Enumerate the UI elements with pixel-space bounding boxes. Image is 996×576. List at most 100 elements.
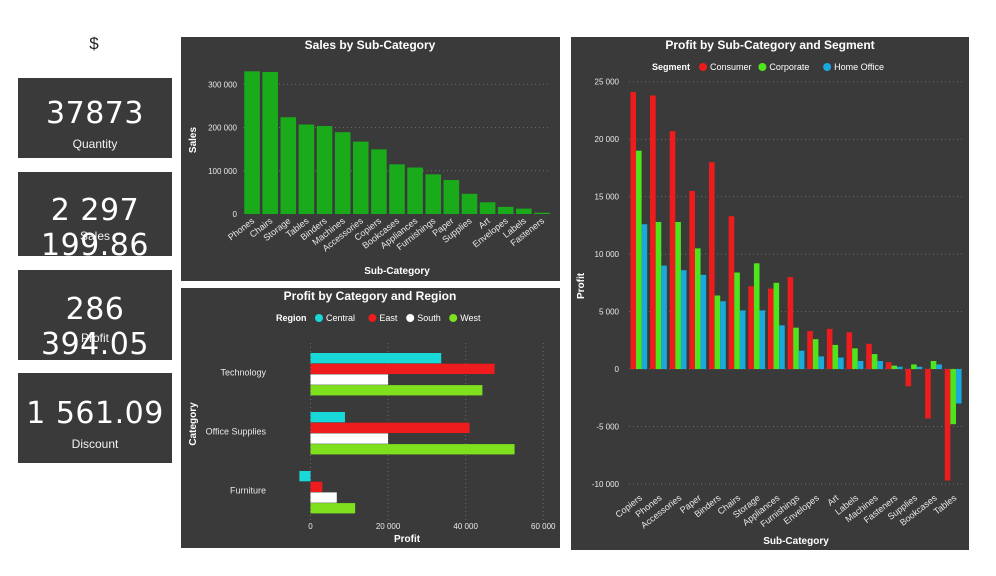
bar: [262, 71, 278, 214]
bar: [936, 364, 942, 370]
kpi-label: Quantity: [72, 137, 118, 151]
bar: [310, 385, 483, 396]
bar: [916, 366, 923, 370]
x-tick-label: Tables: [932, 492, 959, 516]
bar: [911, 364, 917, 370]
bar: [310, 422, 470, 433]
bar: [407, 167, 423, 214]
bar: [734, 272, 740, 370]
kpi-card-profit[interactable]: 286 394.05 Profit: [18, 270, 172, 362]
kpi-label: Discount: [71, 437, 119, 451]
x-tick-label: 0: [308, 522, 313, 531]
bar: [389, 164, 405, 214]
bar: [779, 325, 785, 370]
bar: [709, 162, 715, 370]
bar: [753, 263, 760, 370]
chart-title: Sales by Sub-Category: [305, 38, 436, 52]
bar: [636, 150, 642, 370]
bar: [793, 327, 799, 370]
bar: [838, 357, 844, 370]
bar: [497, 206, 514, 214]
bar: [310, 363, 495, 374]
sales-by-subcategory-panel[interactable]: Sales by Sub-Category 0 100 000 200 000 300 …: [181, 37, 560, 281]
legend-label: West: [460, 313, 481, 323]
bar: [728, 216, 735, 370]
bar: [310, 503, 356, 514]
bar: [897, 366, 903, 370]
x-axis-label: Profit: [394, 534, 421, 545]
kpi-card-discount[interactable]: 1 561.09 Discount: [18, 373, 172, 463]
bar: [857, 360, 864, 370]
y-tick-label: Office Supplies: [206, 426, 267, 436]
bar: [244, 71, 260, 215]
currency-symbol: $: [89, 34, 99, 53]
legend-label: East: [379, 313, 398, 323]
legend-label: Corporate: [769, 62, 809, 72]
bar: [925, 369, 931, 419]
legend-label: Central: [326, 313, 355, 323]
bar: [310, 481, 323, 492]
x-tick-label: 20 000: [376, 522, 401, 531]
bar: [700, 274, 707, 370]
bar: [310, 353, 442, 364]
legend-swatch: [823, 63, 832, 71]
legend-label: South: [417, 313, 441, 323]
bar: [425, 174, 442, 214]
legend-label: Home Office: [834, 62, 884, 72]
bar: [675, 221, 681, 370]
bar: [877, 360, 883, 370]
bar: [950, 369, 956, 425]
bar: [661, 265, 667, 370]
y-tick-label: 5 000: [599, 308, 620, 317]
bar: [759, 310, 766, 370]
y-tick-label: 15 000: [595, 193, 620, 202]
y-tick-label: 300 000: [208, 80, 237, 89]
y-tick-label: 25 000: [595, 78, 620, 87]
bar: [944, 369, 951, 481]
y-tick-label: 0: [233, 210, 238, 219]
bar: [720, 301, 726, 370]
bar: [310, 492, 337, 503]
bar: [479, 202, 496, 214]
legend-swatch: [368, 314, 377, 322]
x-tick-label: 40 000: [453, 522, 478, 531]
bar: [655, 221, 662, 370]
legend-swatch: [449, 314, 458, 322]
legend-label: Consumer: [710, 62, 752, 72]
bar: [280, 117, 297, 214]
y-tick-label: 10 000: [595, 250, 620, 259]
y-tick-label: Furniture: [230, 485, 266, 495]
bar: [846, 332, 853, 370]
bar: [641, 224, 648, 370]
bar: [818, 356, 825, 370]
y-tick-label: 100 000: [208, 167, 237, 176]
x-axis-label: Sub-Category: [364, 266, 430, 277]
kpi-card-sales[interactable]: 2 297 199.86 Sales: [18, 172, 172, 263]
bar: [461, 193, 478, 214]
legend-title: Segment: [652, 62, 690, 72]
legend-swatch: [758, 63, 767, 71]
bar: [352, 141, 369, 214]
legend-swatch: [699, 63, 707, 71]
bar: [669, 131, 676, 370]
kpi-value: 286 394.05: [41, 292, 149, 362]
y-tick-label: 200 000: [208, 124, 237, 133]
x-tick-label: 60 000: [531, 522, 556, 531]
bar: [316, 126, 333, 214]
chart-title: Profit by Sub-Category and Segment: [665, 38, 874, 52]
bar: [630, 92, 637, 370]
bar: [955, 369, 962, 404]
kpi-card-quantity[interactable]: 37873 Quantity: [18, 78, 172, 158]
profit-by-subcategory-segment-panel[interactable]: Profit by Sub-Category and Segment Segmen…: [571, 37, 969, 550]
bar: [767, 288, 774, 370]
bar: [310, 374, 389, 385]
bar: [773, 282, 780, 370]
y-tick-label: -10 000: [592, 480, 620, 489]
bar: [807, 331, 813, 370]
bar: [714, 295, 721, 370]
bar: [443, 180, 460, 214]
bar: [798, 350, 805, 370]
profit-by-category-region-panel[interactable]: Profit by Category and Region Region Centr…: [181, 288, 560, 548]
bar: [310, 433, 389, 444]
bar: [334, 132, 351, 214]
